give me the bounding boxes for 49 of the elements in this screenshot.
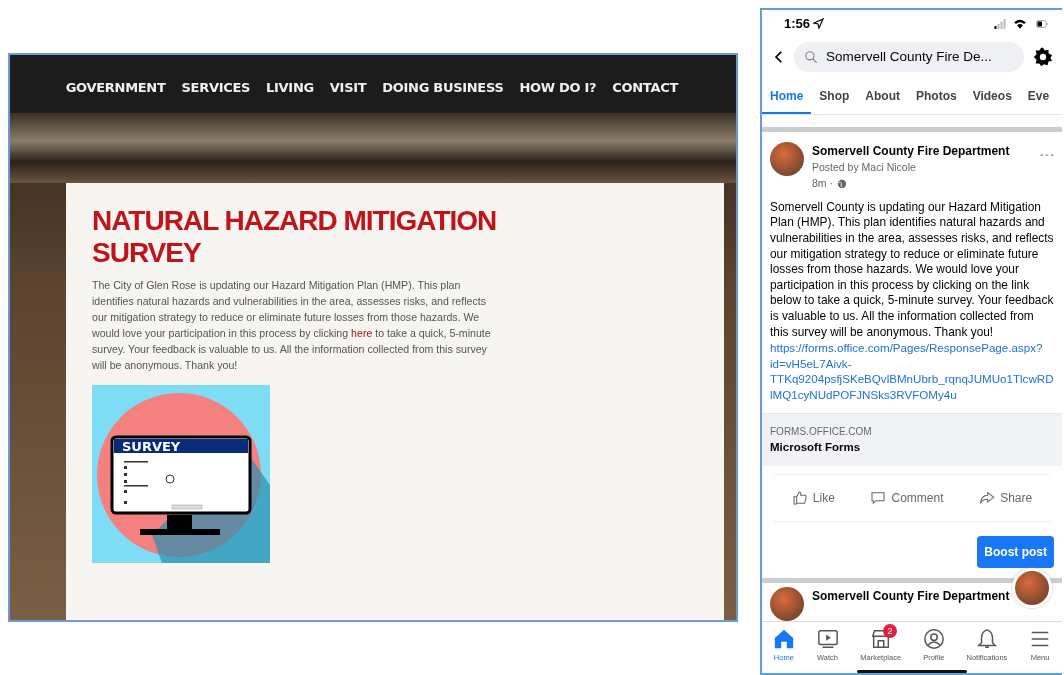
page-tab[interactable]: Videos [964,79,1020,114]
boost-post-button[interactable]: Boost post [977,535,1054,568]
share-arrow-icon [979,489,996,506]
status-time: 1:56 [784,15,811,34]
like-button[interactable]: Like [787,484,839,511]
post-byline: Posted by Maci Nicole [812,160,917,176]
more-icon [1040,152,1054,159]
page-tab[interactable]: Photos [908,79,965,114]
thumbs-up-icon [791,489,808,506]
page-tab[interactable]: About [857,79,908,114]
nav-link[interactable]: CONTACT [604,78,686,98]
signal-icon [992,17,1008,30]
nav-link[interactable]: GOVERNMENT [57,78,174,98]
survey-illustration: SURVEY [92,385,270,563]
page-tab[interactable]: Shop [811,79,858,114]
nav-link[interactable]: LIVING [258,78,322,98]
post-link[interactable]: https://forms.office.com/Pages/ResponsePage.aspx?id=vH5eL7Aivk-TTKq9204psfjSKeBQvlBMnUbrb_rqnqJUMUo1TlcwRDlMQ1cyNUdPOFJNSks3RVFOMy4u [770,340,1054,403]
preview-domain: FORMS.OFFICE.COM [770,424,873,439]
survey-link[interactable]: here [351,327,373,339]
nav-link[interactable]: SERVICES [173,78,259,98]
share-button[interactable]: Share [975,484,1037,511]
nav-link[interactable]: HOW DO I? [511,78,605,98]
location-arrow-icon [813,18,825,30]
intro-paragraph: The City of Glen Rose is updating our Hazard Mitigation Plan (HMP). This plan identifies natural hazards and vulnerabilities in the area, assesses risks, and reflects our mitigation strategy to reduce or eliminate future losses from those hazards. We would love your participation in this process by clicking here to take a quick, 5-minute survey. Your feedback is valuable to us. All the information collected from this survey will be anonymous. Thank you! [92,278,492,373]
storefront-icon [869,628,892,651]
settings-icon [1032,46,1054,69]
post-text: Somervell County is updating our Hazard Mitigation Plan (HMP). This plan identifies natural hazards and vulnerabilities in the area, assesses risks, and reflects our mitigation strategy to reduce or eliminate future losses from those hazards. We would love your participation in this process by clicking on the link below to take a quick, 5-minute survey. Your feedback is valuable to us. All the information collected from this survey will be anonymous. Thank you! [770,199,1054,341]
search-field[interactable]: Somervell County Fire De... [794,41,1024,72]
play-screen-icon [816,628,839,651]
person-circle-icon [922,628,945,651]
link-preview-card[interactable]: FORMS.OFFICE.COM Microsoft Forms [762,412,1062,466]
page-tab[interactable]: Home [762,79,812,114]
nav-link[interactable]: VISIT [321,78,375,98]
notification-badge: 2 [883,624,898,639]
post-time: 8m · [812,176,833,192]
house-icon [772,628,795,651]
globe-icon [837,178,847,189]
search-icon [804,49,818,64]
speech-bubble-icon [870,489,887,506]
avatar-photo [770,142,804,177]
post-author: Somervell County Fire Department [812,143,1011,161]
comment-button[interactable]: Comment [866,484,948,511]
bell-icon [975,628,998,651]
preview-title: Microsoft Forms [770,439,862,455]
avatar-photo [770,587,804,622]
page-tab[interactable]: Eve [1019,79,1058,114]
page-title: NATURAL HAZARD MITIGATION SURVEY [92,205,498,269]
post-author: Somervell County Fire Department [812,588,1010,606]
nav-link[interactable]: DOING BUSINESS [374,78,512,98]
